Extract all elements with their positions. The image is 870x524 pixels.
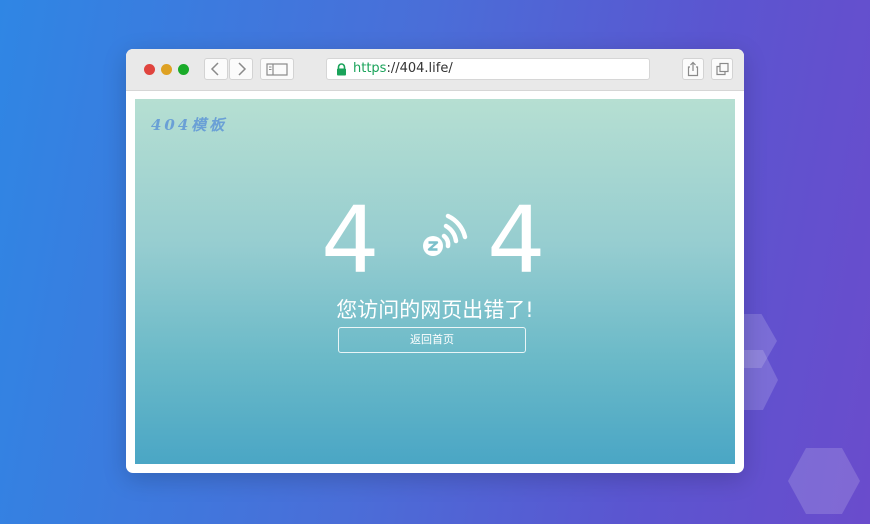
url-host-path: ://404.life/ — [386, 61, 453, 76]
url-text: https://404.life/ — [353, 61, 453, 77]
sidebar-button[interactable] — [260, 58, 294, 80]
maximize-window-dot[interactable] — [178, 64, 189, 75]
back-to-home-button[interactable]: 返回首页 — [338, 327, 526, 353]
forward-arrow-icon — [238, 62, 247, 76]
close-window-dot[interactable] — [144, 64, 155, 75]
error-digit-left: 4 — [321, 187, 380, 294]
z-signal-icon — [423, 213, 468, 256]
url-scheme: https — [353, 61, 387, 76]
back-button[interactable] — [204, 58, 228, 80]
page-viewport: 404模板 4 4 您访问的网页出错了! 返回首页 — [135, 99, 735, 464]
share-icon — [687, 61, 699, 77]
tabs-button[interactable] — [711, 58, 733, 80]
forward-button[interactable] — [229, 58, 253, 80]
site-logo[interactable]: 404模板 — [151, 114, 227, 135]
browser-window: https://404.life/ 404模板 4 4 您访问的网页出错了! 返… — [126, 49, 744, 473]
error-message: 您访问的网页出错了! — [336, 298, 534, 322]
tabs-icon — [716, 62, 729, 76]
address-bar[interactable]: https://404.life/ — [326, 58, 650, 80]
error-digit-right: 4 — [487, 187, 546, 294]
minimize-window-dot[interactable] — [161, 64, 172, 75]
browser-toolbar: https://404.life/ — [126, 49, 744, 91]
lock-icon — [337, 63, 346, 76]
share-button[interactable] — [682, 58, 704, 80]
sidebar-icon — [266, 63, 288, 76]
decor-hexagon — [788, 448, 860, 514]
back-arrow-icon — [210, 62, 219, 76]
